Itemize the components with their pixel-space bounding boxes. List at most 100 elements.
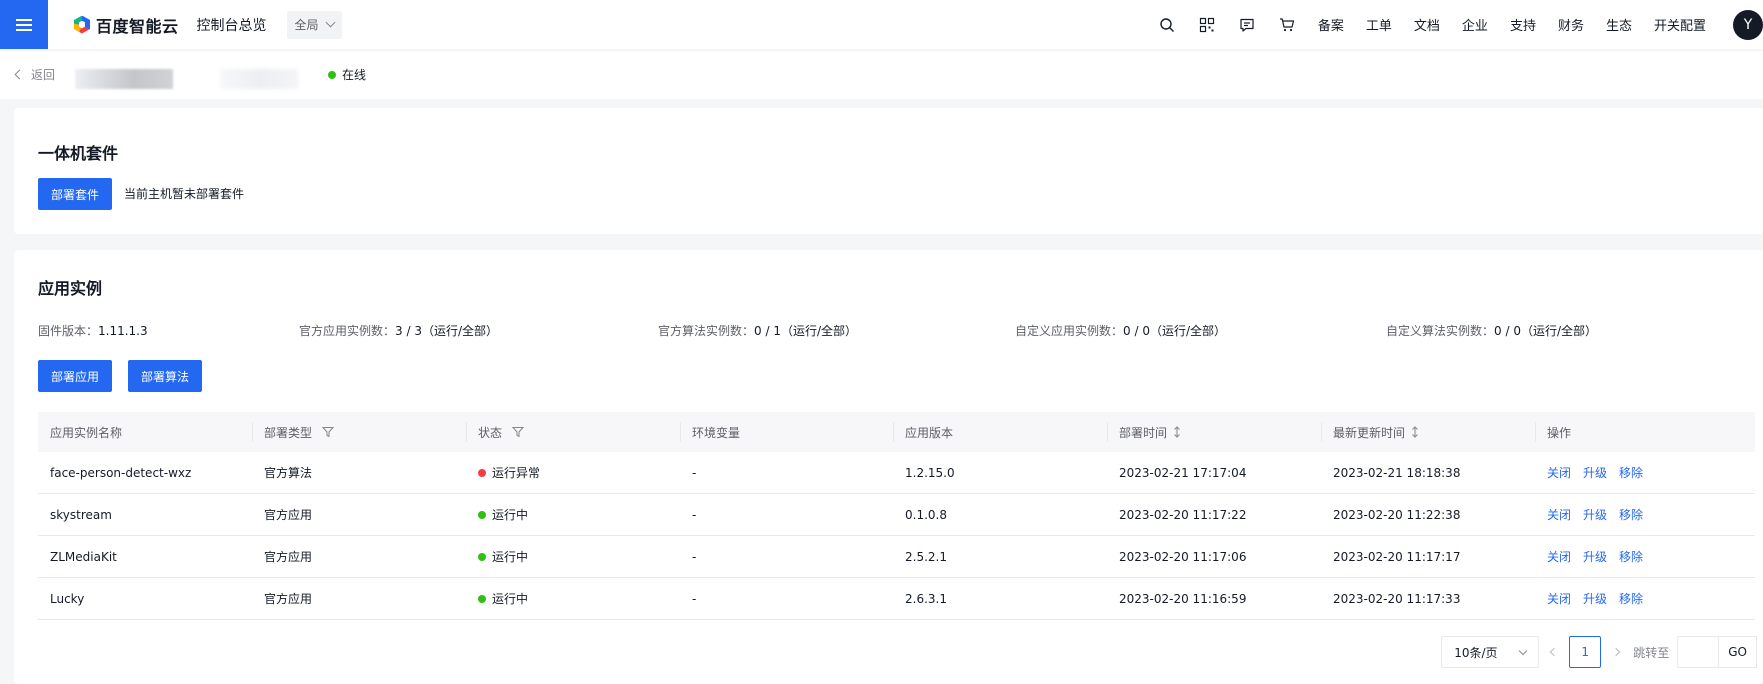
remove-action[interactable]: 移除 bbox=[1619, 548, 1643, 565]
status-dot-icon bbox=[478, 510, 486, 519]
redacted-host-name bbox=[75, 69, 173, 89]
region-select[interactable]: 全局 bbox=[286, 10, 342, 39]
col-env: 环境变量 bbox=[680, 412, 893, 452]
jump-label: 跳转至 bbox=[1633, 645, 1670, 660]
stat-official-apps: 官方应用实例数：3 / 3（运行/全部） bbox=[299, 324, 499, 338]
logo[interactable]: 百度智能云 bbox=[72, 13, 179, 37]
status-dot-icon bbox=[478, 468, 486, 477]
cell-version: 2.5.2.1 bbox=[905, 549, 947, 564]
chevron-down-icon bbox=[325, 17, 335, 28]
cell-status: 运行异常 bbox=[466, 452, 680, 493]
page-size-select[interactable]: 10条/页 bbox=[1441, 636, 1540, 668]
cell-name: face-person-detect-wxz bbox=[50, 465, 192, 480]
cell-version: 2.6.3.1 bbox=[905, 591, 947, 606]
console-overview-link[interactable]: 控制台总览 bbox=[197, 15, 267, 35]
table-row: skystream 官方应用 运行中 - 0.1.0.8 2023-02-20 … bbox=[38, 494, 1755, 536]
close-action[interactable]: 关闭 bbox=[1547, 506, 1571, 523]
stat-official-algos: 官方算法实例数：0 / 1（运行/全部） bbox=[658, 324, 858, 338]
back-label: 返回 bbox=[31, 67, 56, 82]
qrcode-icon[interactable] bbox=[1187, 0, 1227, 49]
suite-hint: 当前主机暂未部署套件 bbox=[124, 187, 245, 201]
chevron-down-icon bbox=[1518, 646, 1528, 656]
pagination: 10条/页 1 跳转至 GO bbox=[1441, 636, 1757, 668]
upgrade-action[interactable]: 升级 bbox=[1583, 590, 1607, 607]
next-page-button[interactable] bbox=[1601, 636, 1631, 668]
upgrade-action[interactable]: 升级 bbox=[1583, 548, 1607, 565]
upgrade-action[interactable]: 升级 bbox=[1583, 464, 1607, 481]
remove-action[interactable]: 移除 bbox=[1619, 590, 1643, 607]
cell-type: 官方应用 bbox=[264, 592, 313, 606]
nav-link-support[interactable]: 支持 bbox=[1499, 15, 1547, 34]
close-action[interactable]: 关闭 bbox=[1547, 548, 1571, 565]
cell-actions: 关闭 升级 移除 bbox=[1535, 578, 1755, 619]
close-action[interactable]: 关闭 bbox=[1547, 464, 1571, 481]
cell-status: 运行中 bbox=[466, 536, 680, 577]
filter-icon[interactable] bbox=[512, 426, 525, 438]
status-dot-icon bbox=[478, 594, 486, 603]
logo-text: 百度智能云 bbox=[96, 16, 179, 36]
close-action[interactable]: 关闭 bbox=[1547, 590, 1571, 607]
sort-icon[interactable] bbox=[1173, 426, 1181, 438]
remove-action[interactable]: 移除 bbox=[1619, 506, 1643, 523]
nav-link-switch-config[interactable]: 开关配置 bbox=[1643, 15, 1717, 34]
search-icon[interactable] bbox=[1147, 0, 1187, 49]
sub-header: 返回 在线 bbox=[0, 49, 1763, 99]
cell-version: 0.1.0.8 bbox=[905, 507, 947, 522]
cell-type: 官方应用 bbox=[264, 508, 313, 522]
col-deploy-time: 部署时间 bbox=[1107, 412, 1321, 452]
cell-update-time: 2023-02-21 18:18:38 bbox=[1333, 465, 1461, 480]
cell-status: 运行中 bbox=[466, 578, 680, 619]
stat-firmware: 固件版本：1.11.1.3 bbox=[38, 324, 148, 338]
col-deploy-type: 部署类型 bbox=[252, 412, 466, 452]
remove-action[interactable]: 移除 bbox=[1619, 464, 1643, 481]
back-button[interactable]: 返回 bbox=[14, 66, 56, 83]
cell-type: 官方应用 bbox=[264, 550, 313, 564]
nav-link-ecosystem[interactable]: 生态 bbox=[1595, 15, 1643, 34]
filter-icon[interactable] bbox=[322, 426, 335, 438]
col-actions: 操作 bbox=[1535, 412, 1755, 452]
stat-custom-apps: 自定义应用实例数：0 / 0（运行/全部） bbox=[1015, 324, 1227, 338]
deploy-suite-button[interactable]: 部署套件 bbox=[38, 178, 113, 210]
table-row: face-person-detect-wxz 官方算法 运行异常 - 1.2.1… bbox=[38, 452, 1755, 494]
col-status: 状态 bbox=[466, 412, 680, 452]
region-select-value: 全局 bbox=[294, 18, 319, 32]
nav-link-docs[interactable]: 文档 bbox=[1403, 15, 1451, 34]
avatar[interactable]: Y bbox=[1733, 9, 1763, 40]
upgrade-action[interactable]: 升级 bbox=[1583, 506, 1607, 523]
nav-link-finance[interactable]: 财务 bbox=[1547, 15, 1595, 34]
app-instances-card: 应用实例 固件版本：1.11.1.3 官方应用实例数：3 / 3（运行/全部） … bbox=[14, 250, 1763, 684]
jump-page-input[interactable] bbox=[1677, 636, 1720, 668]
prev-page-button[interactable] bbox=[1539, 636, 1569, 668]
deploy-app-button[interactable]: 部署应用 bbox=[38, 360, 113, 392]
cell-name: ZLMediaKit bbox=[50, 549, 117, 564]
cell-name: skystream bbox=[50, 507, 112, 522]
col-update-time: 最新更新时间 bbox=[1321, 412, 1535, 452]
sort-icon[interactable] bbox=[1411, 426, 1419, 438]
go-button[interactable]: GO bbox=[1719, 636, 1757, 668]
cell-env: - bbox=[692, 507, 697, 522]
col-version: 应用版本 bbox=[893, 412, 1107, 452]
page-number[interactable]: 1 bbox=[1569, 636, 1602, 668]
deploy-algo-button[interactable]: 部署算法 bbox=[128, 360, 203, 392]
cell-status: 运行中 bbox=[466, 494, 680, 535]
cell-update-time: 2023-02-20 11:22:38 bbox=[1333, 507, 1461, 522]
cell-deploy-time: 2023-02-20 11:16:59 bbox=[1119, 591, 1247, 606]
suite-card: 一体机套件 部署套件 当前主机暂未部署套件 bbox=[14, 108, 1763, 234]
chevron-right-icon bbox=[1611, 647, 1621, 657]
top-nav: 百度智能云 控制台总览 全局 备案 工单 文档 企业 支持 财务 生态 开关配置… bbox=[0, 0, 1763, 49]
stat-custom-algos: 自定义算法实例数：0 / 0（运行/全部） bbox=[1386, 324, 1598, 338]
cell-actions: 关闭 升级 移除 bbox=[1535, 494, 1755, 535]
suite-title: 一体机套件 bbox=[38, 144, 119, 163]
cart-icon[interactable] bbox=[1267, 0, 1307, 49]
cell-env: - bbox=[692, 591, 697, 606]
menu-button[interactable] bbox=[0, 0, 48, 49]
status-dot-icon bbox=[328, 70, 336, 79]
nav-link-enterprise[interactable]: 企业 bbox=[1451, 15, 1499, 34]
nav-link-beian[interactable]: 备案 bbox=[1307, 15, 1355, 34]
cell-update-time: 2023-02-20 11:17:33 bbox=[1333, 591, 1461, 606]
cell-deploy-time: 2023-02-20 11:17:22 bbox=[1119, 507, 1247, 522]
nav-link-ticket[interactable]: 工单 bbox=[1355, 15, 1403, 34]
cell-env: - bbox=[692, 549, 697, 564]
cell-version: 1.2.15.0 bbox=[905, 465, 955, 480]
message-icon[interactable] bbox=[1227, 0, 1267, 49]
